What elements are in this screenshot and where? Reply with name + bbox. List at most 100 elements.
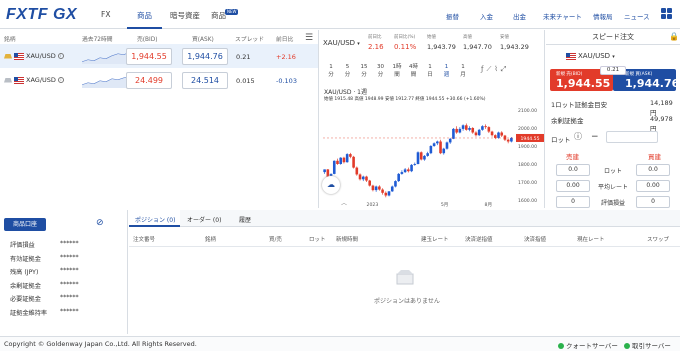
account-row: 証拠金維持率 ****** [10,308,120,317]
positions-column-header[interactable]: 決済逆指値 [465,235,493,243]
candle-body [419,152,423,160]
timeframe-button[interactable]: 1週 [440,63,454,79]
info-icon[interactable]: i [57,77,64,83]
account-value: ****** [60,240,79,247]
candle-body [407,169,410,172]
ask-price-box[interactable]: 1,944.76 [182,48,228,65]
account-label: 証拠金維持率 [10,309,48,317]
positions-column-header[interactable]: 建玉レート [421,235,449,243]
commodity-account-button[interactable]: 商品口座 [4,218,46,231]
status-dot-icon [624,343,630,349]
tab-positions[interactable]: ポジション (0) [135,215,175,224]
candle-body [455,128,458,133]
candle-body [493,135,497,138]
sparkline [82,51,130,64]
nav-withdraw[interactable]: 出金 [513,11,526,21]
positions-header-row: 注文番号 銘柄 買/売 ロット 新規時間 建玉レート 決済逆指値 決済指値 現在レート スワップ [129,231,680,247]
info-icon[interactable]: i [57,53,64,59]
stat-low: 1,943.29 [500,43,529,51]
candle-body [394,181,397,187]
x-tick-label: 8月 [485,202,493,208]
last-price-label: 1944.55 [521,136,540,142]
candle-body [458,128,462,133]
tab-commodities[interactable]: 商品 [137,10,152,21]
bid-price-box[interactable]: 1,944.55 [126,48,172,65]
chart-symbol-select[interactable]: XAU/USD ▾ [323,39,360,47]
bid-price-box[interactable]: 24.499 [126,72,172,89]
cloud-icon[interactable]: ☁ [322,176,340,194]
nav-news[interactable]: ニュース [624,11,650,21]
timeframe-button[interactable]: 5分 [341,63,355,79]
candle-body [490,131,494,136]
col-72h: 過去72時間 [82,37,113,43]
positions-column-header[interactable]: 決済指値 [524,235,546,243]
spread-badge: 0.21 [600,66,626,75]
positions-column-header[interactable]: 買/売 [269,235,282,243]
candle-body [429,146,433,154]
candle-body [484,126,487,128]
buy-position-header: 買建 [648,153,661,161]
tab-commodities-new[interactable]: 商品 [211,10,226,21]
quote-row-xag[interactable]: XAG/USD i 24.499 24.514 0.015 -0.103 [0,68,318,92]
positions-column-header[interactable]: スワップ [647,235,669,243]
col-bid: 売(BID) [137,37,158,43]
tab-history[interactable]: 履歴 [239,215,251,224]
lot-input[interactable] [606,131,658,143]
y-tick-label: 1700.00 [518,180,537,186]
timeframe-button[interactable]: 30 分 [374,63,388,79]
y-tick-label: 1900.00 [518,144,537,150]
us-flag-icon [566,52,576,60]
positions-column-header[interactable]: 現在レート [577,235,605,243]
nav-future-chart[interactable]: 未来チャート [543,11,582,21]
candle-body [342,157,346,163]
eye-hidden-icon[interactable]: ⊘ [96,218,104,228]
candle-body [400,172,404,174]
copyright: Copyright © Goldenway Japan Co.,Ltd. All… [4,340,197,348]
ask-price-box[interactable]: 24.514 [182,72,228,89]
stat-label: 前日比(%) [394,35,416,40]
stat-label: 高値 [463,35,472,40]
tab-orders[interactable]: オーダー (0) [187,215,221,224]
speed-symbol-select[interactable]: XAU/USD ▾ [566,52,615,60]
timeframe-button[interactable]: 1分 [324,63,338,79]
spread-value: 0.015 [236,77,255,85]
timeframe-button[interactable]: 15 分 [357,63,371,79]
candle-body [336,160,339,164]
price-chart[interactable]: 2100.00 2000.00 1900.00 1800.00 1700.00 1600.… [320,82,545,208]
nav-deposit[interactable]: 入金 [480,11,493,21]
timeframe-button[interactable]: 1時間 [390,63,404,79]
lot-minus-button[interactable]: − [591,132,599,142]
tab-crypto[interactable]: 暗号資産 [170,10,200,21]
empty-box-icon [395,270,415,286]
account-label: 残高 (JPY) [10,269,39,276]
collapse-icon[interactable]: ︿ [334,198,354,208]
positions-column-header[interactable]: ロット [309,235,326,243]
tab-fx[interactable]: FX [101,10,110,19]
nav-info[interactable]: 情報局 [593,11,613,21]
buy-pnl: 0 [636,196,670,208]
new-badge: NEW [225,9,239,15]
nav-transfer[interactable]: 振替 [446,11,459,21]
timeframe-button[interactable]: 4時間 [407,63,421,79]
quote-row-xau[interactable]: XAU/USD i 1,944.55 1,944.76 0.21 +2.16 [0,44,318,68]
fullscreen-icon[interactable]: ⤢ [501,65,510,73]
grid-menu-icon[interactable] [661,8,672,19]
sell-pnl: 0 [556,196,590,208]
stat-label: 安値 [500,35,509,40]
timeframe-button[interactable]: 1日 [423,63,437,79]
candle-body [426,153,429,156]
empty-message: ポジションはありません [374,298,440,305]
positions-column-header[interactable]: 注文番号 [133,235,155,243]
lock-icon[interactable]: 🔒 [669,32,679,41]
info-icon[interactable]: ⓘ [574,131,582,142]
timeframe-button[interactable]: 1月 [456,63,470,79]
candle-body [339,157,343,164]
row-label: 平均レート [597,184,628,191]
settings-sliders-icon[interactable]: ☰ [305,33,313,43]
positions-column-header[interactable]: 銘柄 [205,235,216,243]
stat-high: 1,947.70 [463,43,492,51]
change-value: +2.16 [276,53,296,61]
candle-body [410,164,413,172]
positions-column-header[interactable]: 新規時間 [336,235,358,243]
trade-server-status: 取引サーバー [624,340,671,350]
